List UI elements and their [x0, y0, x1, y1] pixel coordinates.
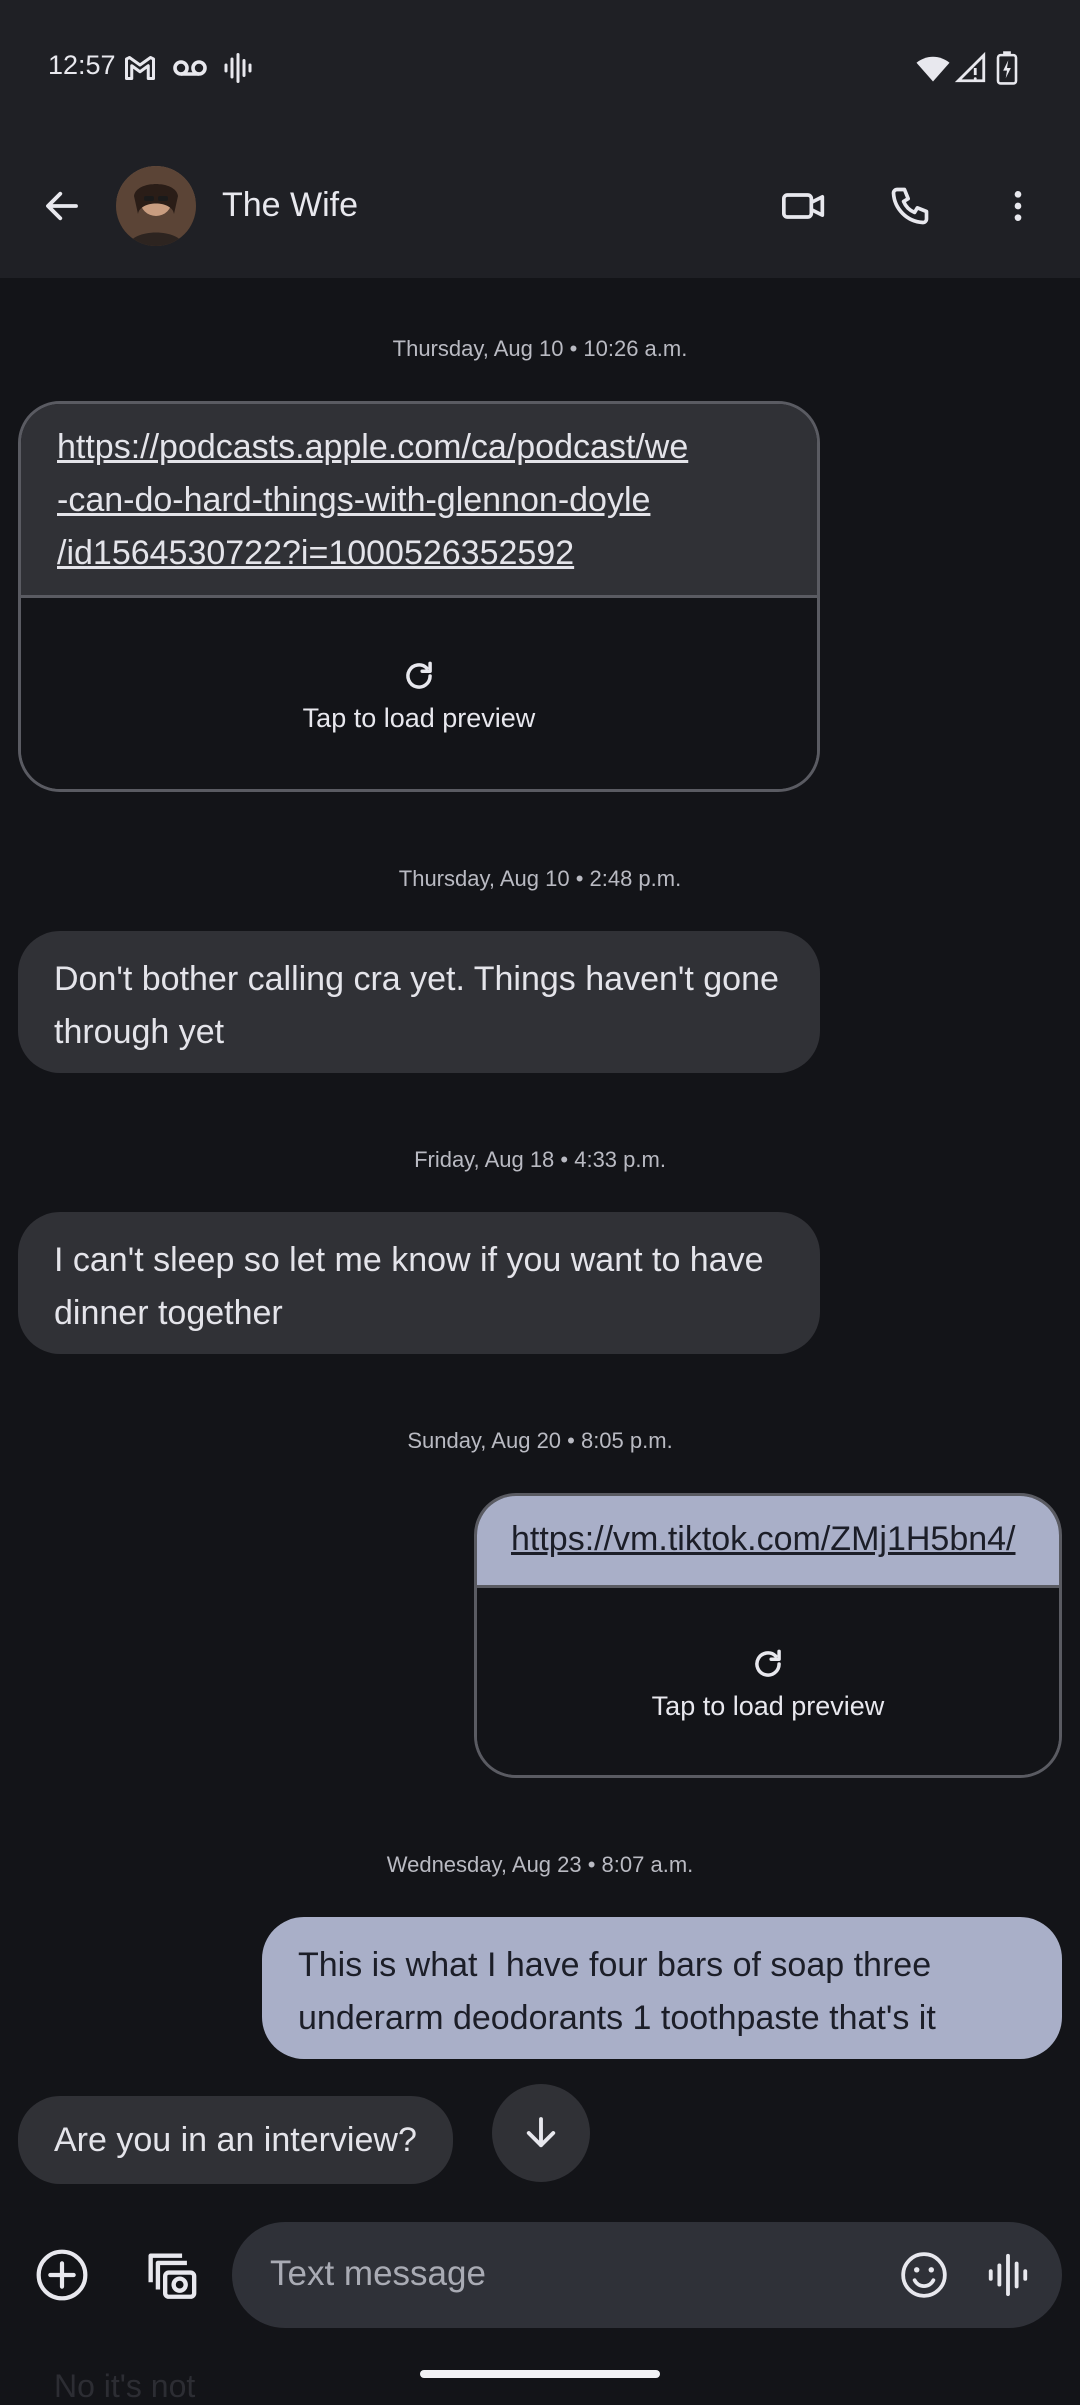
voicemail-icon — [170, 50, 207, 86]
conversation-header: The Wife — [0, 135, 1080, 278]
more-options-button[interactable] — [982, 170, 1054, 242]
gallery-camera-icon — [148, 2253, 197, 2299]
arrow-down-icon — [526, 2117, 556, 2148]
link-message-card[interactable]: https://vm.tiktok.com/ZMj1H5bn4/ Tap to … — [474, 1493, 1062, 1778]
sound-wave-icon — [220, 50, 256, 86]
video-call-button[interactable] — [768, 170, 840, 242]
arrow-left-icon — [46, 191, 78, 221]
link-url-line: /id1564530722?i=1000526352592 — [57, 534, 575, 572]
message-timestamp: Friday, Aug 18 • 4:33 p.m. — [414, 1147, 666, 1172]
more-vertical-icon — [1014, 191, 1022, 221]
message-input-placeholder: Text message — [270, 2254, 486, 2293]
outgoing-message-bubble[interactable]: This is what I have four bars of soap th… — [262, 1917, 1062, 2059]
incoming-message-bubble[interactable]: I can't sleep so let me know if you want… — [18, 1212, 820, 1354]
load-preview-button[interactable]: Tap to load preview — [21, 595, 817, 789]
message-timestamp: Thursday, Aug 10 • 2:48 p.m. — [398, 866, 682, 891]
message-timestamp: Wednesday, Aug 23 • 8:07 a.m. — [386, 1852, 694, 1877]
refresh-icon — [755, 1649, 781, 1677]
incoming-message-bubble[interactable]: Are you in an interview? — [18, 2096, 453, 2184]
emoji-button[interactable] — [888, 2239, 960, 2311]
add-attachment-button[interactable] — [26, 2239, 98, 2311]
load-preview-label: Tap to load preview — [302, 702, 536, 733]
back-button[interactable] — [26, 170, 98, 242]
message-input[interactable]: Text message — [232, 2222, 1062, 2328]
link-url[interactable]: https://podcasts.apple.com/ca/podcast/we… — [21, 404, 817, 595]
gallery-camera-button[interactable] — [134, 2239, 206, 2311]
link-url[interactable]: https://vm.tiktok.com/ZMj1H5bn4/ — [477, 1496, 1059, 1585]
emoji-icon — [901, 2252, 947, 2298]
message-timestamp: Thursday, Aug 10 • 10:26 a.m. — [392, 336, 688, 361]
phone-call-button[interactable] — [874, 170, 946, 242]
link-url-line: https://podcasts.apple.com/ca/podcast/we — [57, 428, 689, 466]
message-timestamp: Sunday, Aug 20 • 8:05 p.m. — [407, 1428, 673, 1453]
video-call-icon — [781, 193, 825, 219]
avatar[interactable] — [116, 166, 196, 246]
incoming-message-bubble[interactable]: Don't bother calling cra yet. Things hav… — [18, 931, 820, 1073]
contact-name[interactable]: The Wife — [222, 186, 358, 225]
signal-icon — [954, 50, 990, 86]
status-bar: 12:57 — [0, 0, 1080, 135]
link-message-card[interactable]: https://podcasts.apple.com/ca/podcast/we… — [18, 401, 820, 792]
battery-charging-icon — [992, 50, 1028, 86]
refresh-icon — [406, 661, 432, 689]
phone-icon — [891, 187, 929, 225]
load-preview-button[interactable]: Tap to load preview — [477, 1585, 1059, 1775]
scroll-to-bottom-button[interactable] — [492, 2084, 590, 2182]
status-time: 12:57 — [48, 50, 116, 80]
add-circle-icon — [36, 2249, 88, 2301]
load-preview-label: Tap to load preview — [651, 1690, 885, 1721]
voice-message-button[interactable] — [972, 2239, 1044, 2311]
wifi-icon — [914, 50, 950, 86]
home-indicator[interactable] — [420, 2370, 660, 2378]
partially-hidden-message: No it's not — [54, 2368, 196, 2404]
voice-message-icon — [988, 2253, 1028, 2297]
link-url-line: -can-do-hard-things-with-glennon-doyle — [57, 481, 651, 519]
gmail-icon — [122, 50, 158, 86]
